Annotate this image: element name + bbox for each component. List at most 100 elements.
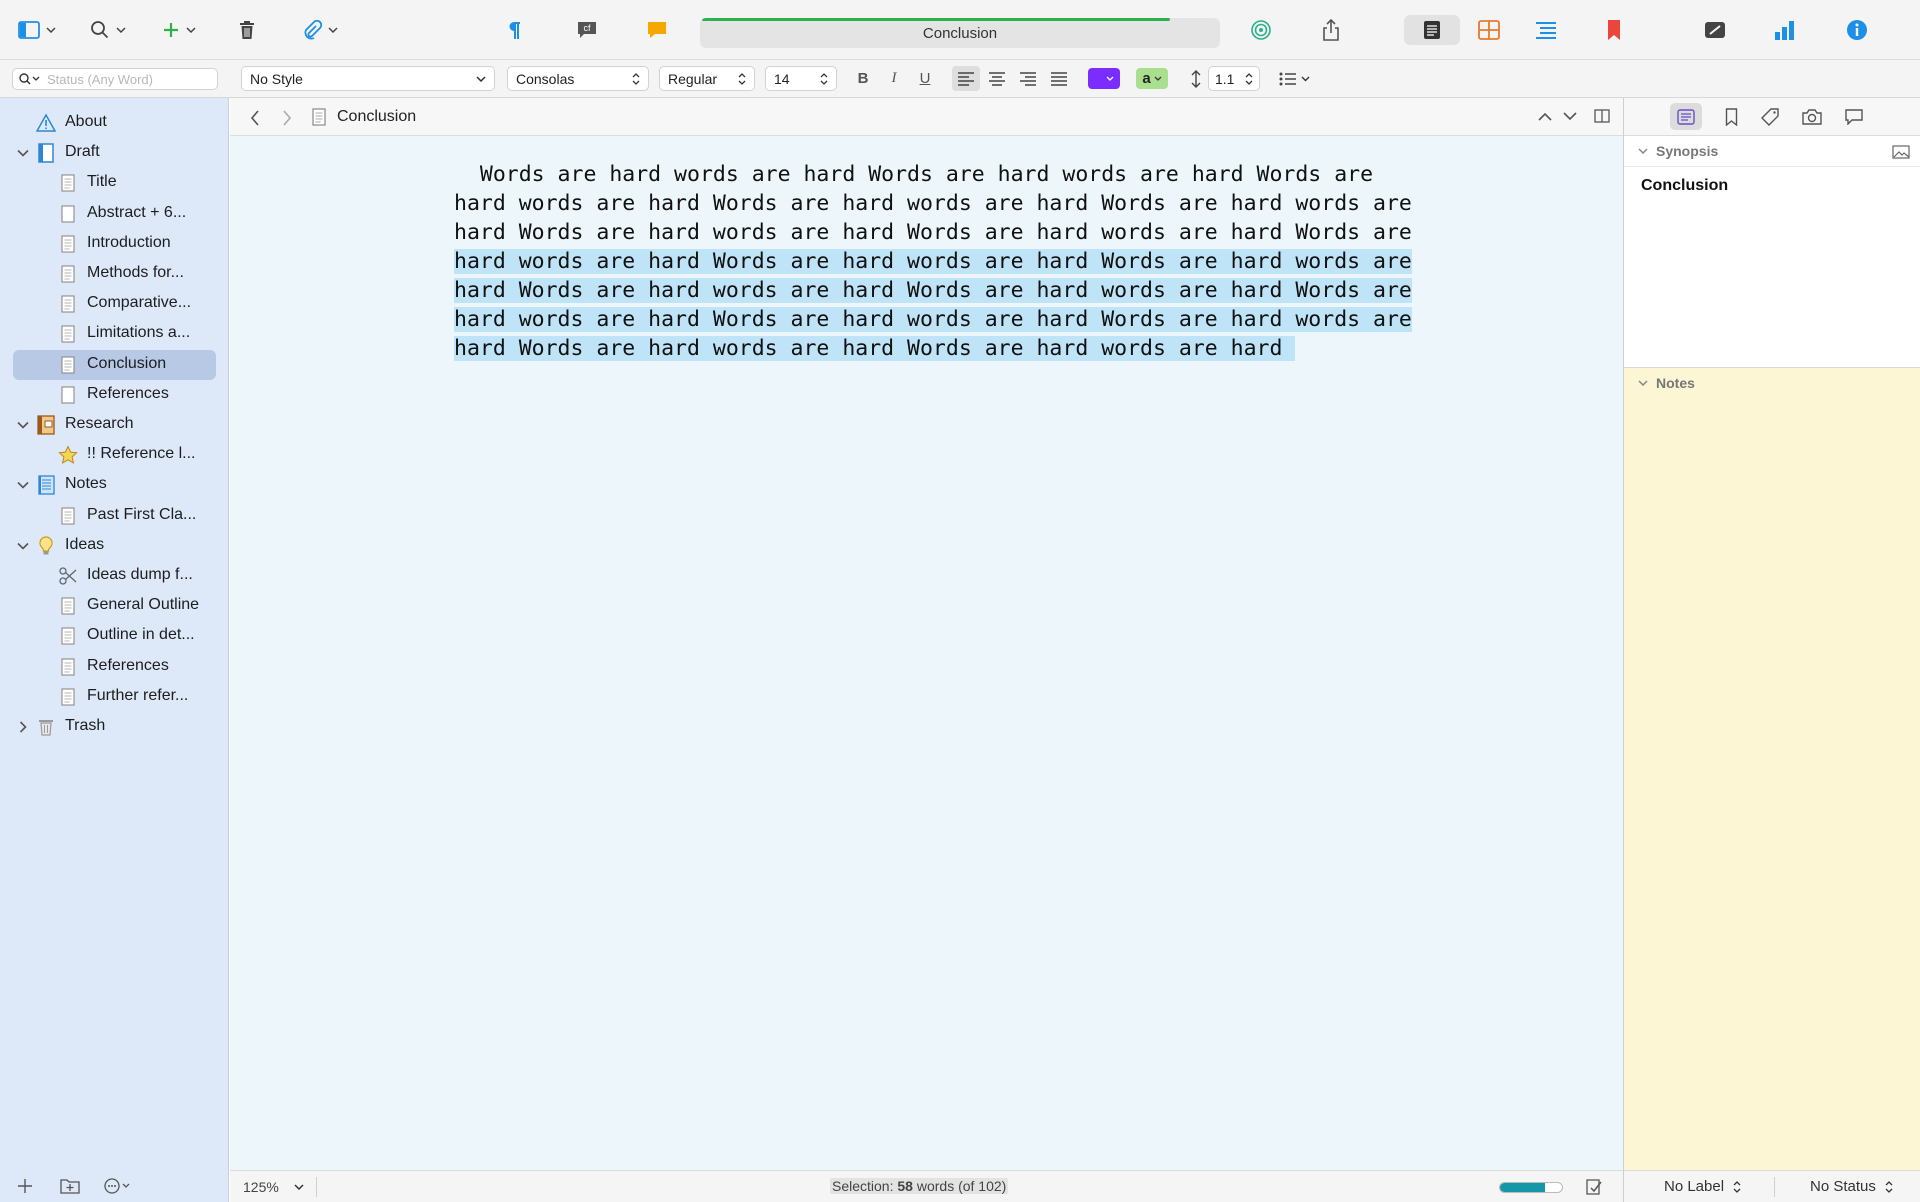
comments-icon[interactable] bbox=[1845, 109, 1863, 125]
document-text[interactable]: Words are hard words are hard Words are … bbox=[454, 160, 1412, 363]
binder-item[interactable]: Research bbox=[0, 410, 229, 440]
font-weight-dropdown[interactable]: Regular bbox=[659, 66, 755, 91]
underline-button[interactable]: U bbox=[914, 66, 936, 91]
text-document-icon bbox=[58, 626, 78, 646]
back-arrow-icon[interactable] bbox=[250, 110, 260, 126]
binder-item[interactable]: Draft bbox=[0, 138, 229, 168]
italic-button[interactable]: I bbox=[883, 66, 905, 91]
document-title-bar[interactable]: Conclusion bbox=[700, 18, 1220, 48]
binder-item[interactable]: Notes bbox=[0, 470, 229, 500]
bookmark-outline-icon[interactable] bbox=[1725, 108, 1738, 126]
binder-item[interactable]: Conclusion bbox=[13, 349, 216, 380]
tag-icon[interactable] bbox=[1761, 108, 1779, 126]
editor-document-title[interactable]: Conclusion bbox=[337, 108, 416, 126]
zoom-value[interactable]: 125% bbox=[243, 1179, 279, 1195]
align-left-button[interactable] bbox=[952, 66, 980, 91]
lightbulb-icon bbox=[36, 536, 56, 556]
list-button[interactable] bbox=[1276, 66, 1312, 91]
text-line[interactable]: hard Words are hard words are hard Words… bbox=[454, 276, 1412, 305]
disclosure-chevron-right-icon[interactable] bbox=[16, 720, 30, 734]
label-dropdown[interactable]: No Label bbox=[1664, 1178, 1741, 1195]
align-center-button[interactable] bbox=[984, 66, 1010, 91]
search-input[interactable] bbox=[47, 71, 217, 87]
disclosure-chevron-down-icon[interactable] bbox=[16, 539, 30, 553]
footer-divider bbox=[1774, 1177, 1775, 1197]
binder-item[interactable]: About bbox=[0, 108, 229, 138]
text-line[interactable]: Words are hard words are hard Words are … bbox=[454, 160, 1394, 189]
document-target-bar[interactable] bbox=[1499, 1182, 1563, 1193]
synopsis-title[interactable]: Conclusion bbox=[1641, 177, 1728, 195]
binder-item[interactable]: Further refer... bbox=[0, 682, 229, 712]
binder-item[interactable]: Methods for... bbox=[0, 259, 229, 289]
composition-mode-button[interactable] bbox=[1704, 15, 1726, 45]
image-synopsis-icon[interactable] bbox=[1892, 145, 1910, 159]
binder-item[interactable]: General Outline bbox=[0, 591, 229, 621]
add-item-icon[interactable] bbox=[17, 1178, 33, 1194]
search-button[interactable] bbox=[90, 15, 126, 45]
view-scrivenings-button[interactable] bbox=[1404, 15, 1460, 45]
binder-item[interactable]: Past First Cla... bbox=[0, 501, 229, 531]
comment-format-button[interactable]: cf bbox=[576, 15, 598, 45]
disclosure-chevron-down-icon[interactable] bbox=[16, 478, 30, 492]
inspector-toggle-button[interactable] bbox=[1846, 15, 1868, 45]
chevron-down-icon[interactable] bbox=[1563, 112, 1577, 121]
notes-panel[interactable]: Notes bbox=[1624, 368, 1920, 1170]
chevron-up-icon[interactable] bbox=[1538, 112, 1552, 121]
tab-notes[interactable] bbox=[1670, 103, 1702, 130]
binder-item[interactable]: References bbox=[0, 380, 229, 410]
text-line[interactable]: hard words are hard Words are hard words… bbox=[454, 305, 1412, 334]
text-line[interactable]: hard Words are hard words are hard Words… bbox=[454, 218, 1412, 247]
font-family-value: Consolas bbox=[516, 70, 575, 87]
line-spacing-dropdown[interactable]: 1.1 bbox=[1208, 66, 1260, 91]
binder-item[interactable]: !! Reference l... bbox=[0, 440, 229, 470]
text-color-button[interactable] bbox=[1088, 68, 1120, 89]
targets-button[interactable] bbox=[1250, 15, 1272, 45]
binder-item[interactable]: Introduction bbox=[0, 229, 229, 259]
add-document-button[interactable] bbox=[162, 15, 196, 45]
document-target-icon[interactable] bbox=[1584, 1177, 1604, 1197]
text-line[interactable]: hard Words are hard words are hard Words… bbox=[454, 334, 1394, 363]
view-corkboard-button[interactable] bbox=[1478, 15, 1500, 45]
view-outliner-button[interactable] bbox=[1535, 15, 1557, 45]
align-right-button[interactable] bbox=[1015, 66, 1041, 91]
binder-item[interactable]: References bbox=[0, 652, 229, 682]
disclosure-chevron-down-icon[interactable] bbox=[16, 146, 30, 160]
font-family-dropdown[interactable]: Consolas bbox=[507, 66, 649, 91]
binder-search-field[interactable] bbox=[12, 68, 218, 90]
snapshot-camera-icon[interactable] bbox=[1802, 109, 1822, 125]
attach-button[interactable] bbox=[302, 15, 338, 45]
binder-item[interactable]: Outline in det... bbox=[0, 621, 229, 651]
invisibles-button[interactable] bbox=[506, 15, 522, 45]
font-size-dropdown[interactable]: 14 bbox=[765, 66, 837, 91]
binder-item[interactable]: Limitations a... bbox=[0, 319, 229, 349]
bold-button[interactable]: B bbox=[852, 66, 874, 91]
chevron-down-icon bbox=[1154, 76, 1162, 81]
notes-header[interactable]: Notes bbox=[1624, 368, 1920, 398]
binder-item[interactable]: Ideas dump f... bbox=[0, 561, 229, 591]
status-dropdown[interactable]: No Status bbox=[1810, 1178, 1893, 1195]
text-line[interactable]: hard words are hard Words are hard words… bbox=[454, 247, 1412, 276]
delete-button[interactable] bbox=[238, 15, 256, 45]
style-dropdown[interactable]: No Style bbox=[241, 66, 495, 91]
share-button[interactable] bbox=[1322, 15, 1340, 45]
split-editor-icon[interactable] bbox=[1594, 109, 1610, 123]
add-comment-button[interactable] bbox=[646, 15, 668, 45]
binder-item[interactable]: Trash bbox=[0, 712, 229, 742]
add-folder-icon[interactable] bbox=[60, 1178, 80, 1194]
label-value: No Label bbox=[1664, 1178, 1725, 1195]
forward-arrow-icon[interactable] bbox=[282, 110, 292, 126]
bookmarks-button[interactable] bbox=[1606, 15, 1622, 45]
more-actions-icon[interactable] bbox=[104, 1178, 134, 1194]
highlight-color-button[interactable]: a bbox=[1136, 68, 1168, 89]
text-line[interactable]: hard words are hard Words are hard words… bbox=[454, 189, 1412, 218]
disclosure-chevron-down-icon[interactable] bbox=[16, 418, 30, 432]
binder-item[interactable]: Title bbox=[0, 168, 229, 198]
binder-item[interactable]: Abstract + 6... bbox=[0, 199, 229, 229]
binder-item[interactable]: Ideas bbox=[0, 531, 229, 561]
chevron-down-icon[interactable] bbox=[294, 1184, 304, 1190]
align-justify-button[interactable] bbox=[1046, 66, 1072, 91]
synopsis-header[interactable]: Synopsis bbox=[1624, 136, 1920, 166]
project-statistics-button[interactable] bbox=[1774, 15, 1796, 45]
binder-item[interactable]: Comparative... bbox=[0, 289, 229, 319]
binder-toggle-button[interactable] bbox=[18, 15, 56, 45]
